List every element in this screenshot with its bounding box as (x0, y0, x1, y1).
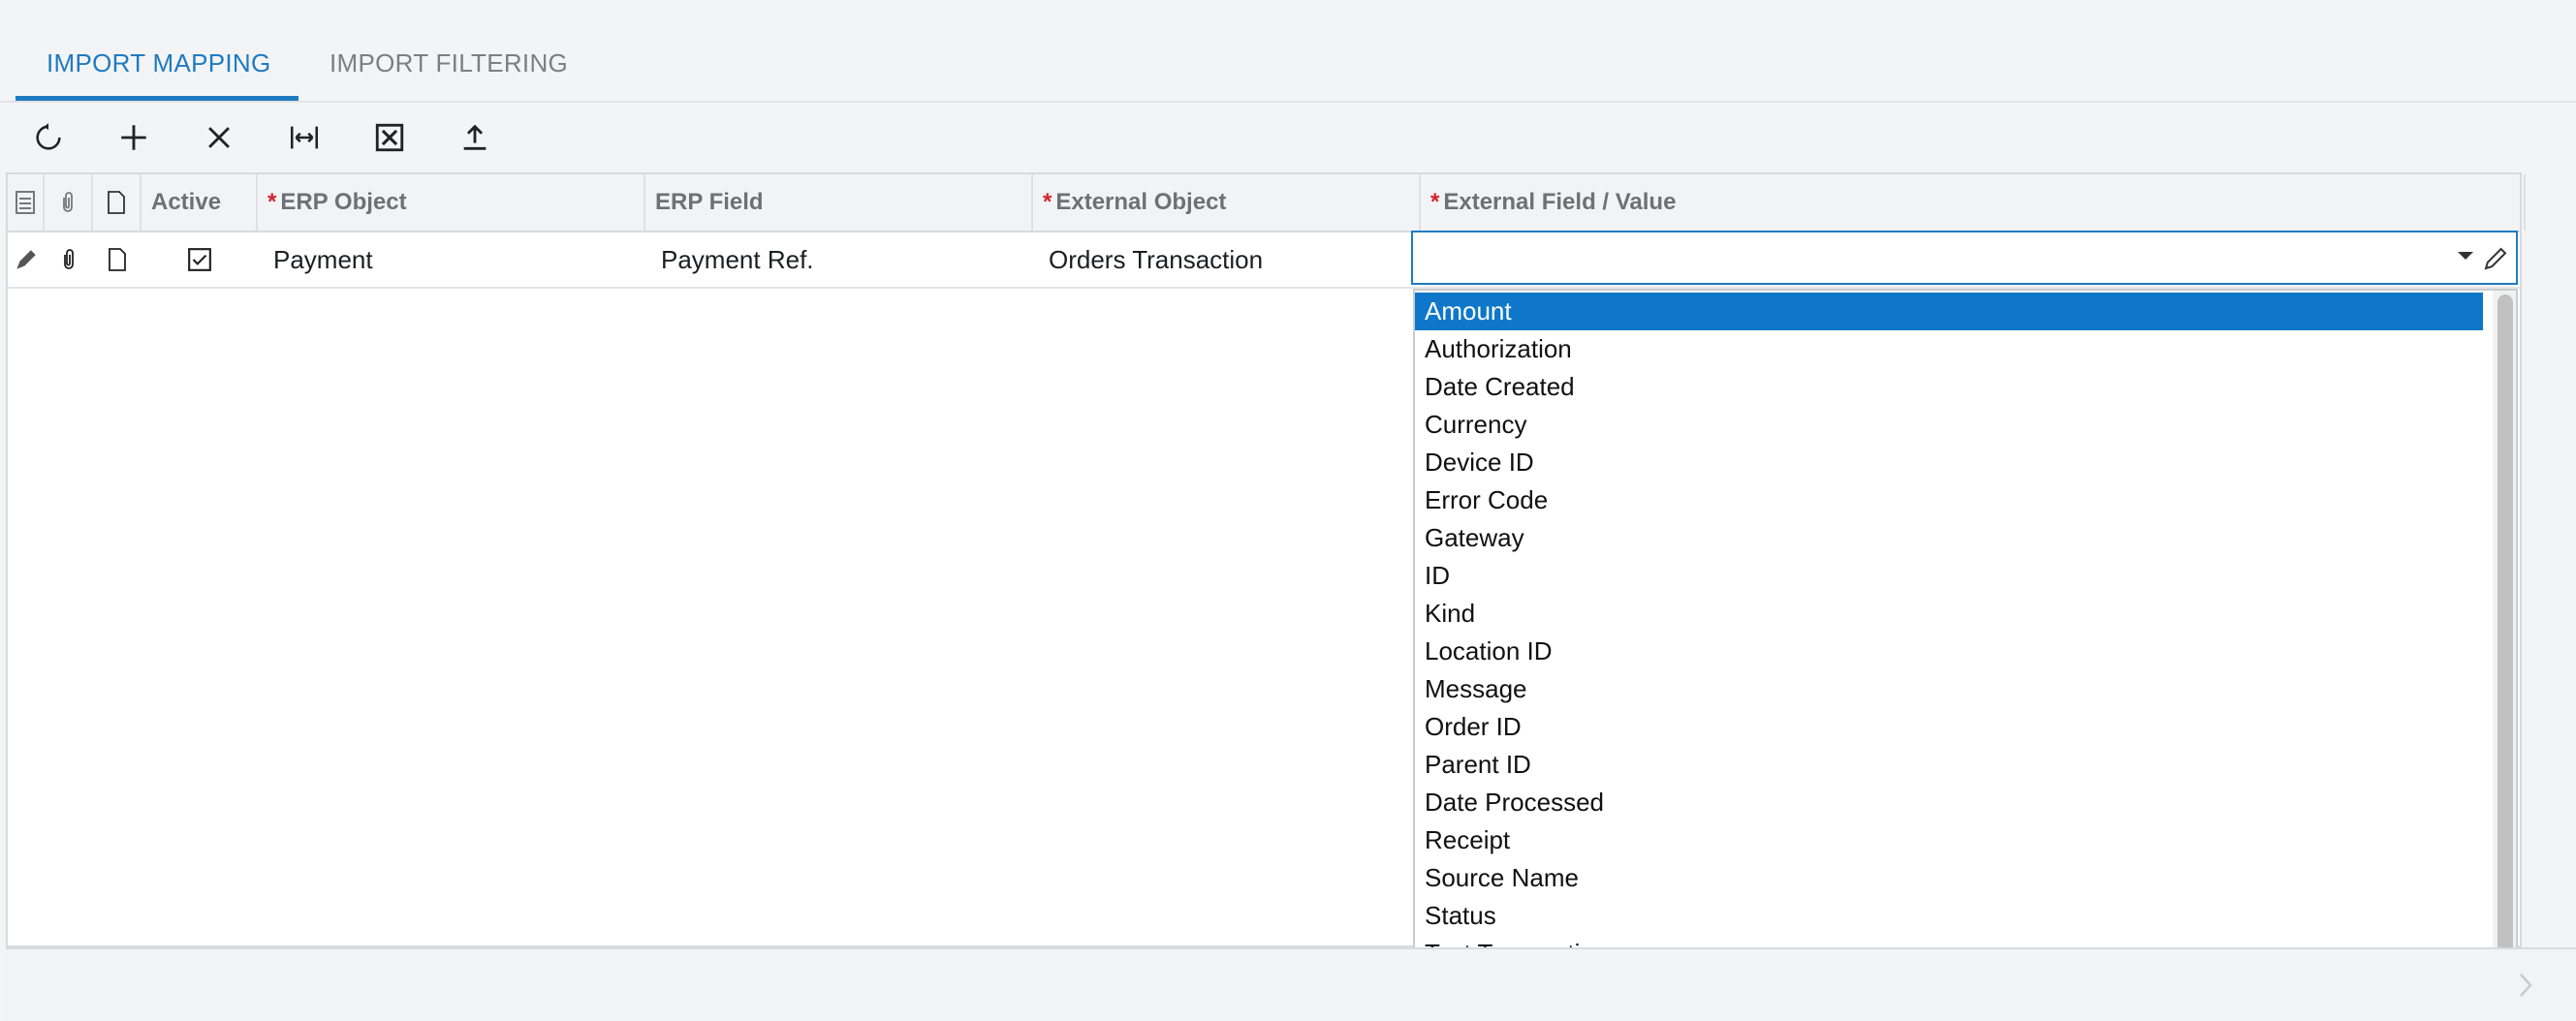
column-header-erp-field[interactable]: ERP Field (645, 174, 1033, 231)
row-selector-header[interactable] (8, 174, 45, 231)
external-field-dropdown[interactable]: Amount Authorization Date Created Currency D… (1413, 289, 2518, 1019)
refresh-icon (36, 123, 61, 150)
chevron-down-icon[interactable] (2458, 252, 2473, 260)
column-header-erp-object[interactable]: * ERP Object (258, 174, 645, 231)
dropdown-option[interactable]: Location ID (1415, 633, 2483, 670)
grid-header: Active * ERP Object ERP Field * External O… (8, 174, 2526, 232)
export-excel-button[interactable] (362, 112, 417, 163)
dropdown-option[interactable]: Authorization (1415, 330, 2483, 368)
upload-icon (463, 124, 487, 150)
dropdown-scroll-thumb[interactable] (2497, 294, 2513, 984)
dropdown-option[interactable]: Receipt (1415, 821, 2483, 859)
attachment-header[interactable] (45, 174, 93, 231)
add-row-button[interactable] (107, 112, 161, 163)
export-excel-icon (375, 123, 404, 152)
note-header[interactable] (93, 174, 141, 231)
tab-import-mapping[interactable]: IMPORT MAPPING (47, 48, 271, 78)
refresh-button[interactable] (21, 112, 76, 163)
note-icon (109, 248, 126, 271)
fit-columns-button[interactable] (277, 112, 331, 163)
dropdown-option[interactable]: Status (1415, 897, 2483, 935)
column-header-external-object[interactable]: * External Object (1033, 174, 1421, 231)
chevron-right-icon[interactable] (2516, 971, 2535, 1000)
attachment-icon (63, 192, 73, 212)
upload-button[interactable] (448, 112, 502, 163)
dropdown-option[interactable]: Parent ID (1415, 746, 2483, 784)
dropdown-option[interactable]: Error Code (1415, 481, 2483, 519)
erp-field-cell[interactable]: Payment Ref. (645, 232, 1033, 287)
dropdown-option[interactable]: Currency (1415, 406, 2483, 444)
tab-bar: IMPORT MAPPING IMPORT FILTERING (0, 0, 2576, 103)
edit-pencil-icon (16, 250, 36, 269)
dropdown-option[interactable]: Source Name (1415, 859, 2483, 897)
external-field-input[interactable] (1411, 231, 2518, 285)
fit-columns-icon (290, 126, 319, 149)
tab-import-filtering[interactable]: IMPORT FILTERING (330, 48, 568, 78)
edit-pencil-icon[interactable] (2481, 244, 2510, 273)
dropdown-scrollbar[interactable] (2493, 291, 2516, 1017)
dropdown-option[interactable]: Amount (1415, 293, 2483, 330)
attachment-icon (64, 249, 74, 269)
add-icon (121, 125, 146, 150)
row-note-button[interactable] (93, 232, 141, 287)
external-object-cell[interactable]: Orders Transaction (1033, 232, 1421, 287)
dropdown-option[interactable]: Kind (1415, 595, 2483, 633)
dropdown-option[interactable]: Date Created (1415, 368, 2483, 406)
row-selector-icon (16, 191, 35, 214)
toolbar (0, 103, 2576, 172)
dropdown-option[interactable]: Device ID (1415, 444, 2483, 481)
row-edit-indicator (8, 232, 45, 287)
dropdown-option[interactable]: Gateway (1415, 519, 2483, 557)
delete-icon (208, 127, 230, 148)
dropdown-option[interactable]: ID (1415, 557, 2483, 595)
checkbox-checked-icon (188, 248, 211, 271)
column-header-external-field[interactable]: * External Field / Value (1421, 174, 2526, 231)
active-tab-indicator (16, 96, 298, 101)
dropdown-option[interactable]: Order ID (1415, 708, 2483, 746)
dropdown-option[interactable]: Date Processed (1415, 784, 2483, 821)
grid-footer (6, 947, 2576, 1021)
delete-row-button[interactable] (192, 112, 246, 163)
active-checkbox[interactable] (141, 232, 258, 287)
row-attachment-button[interactable] (45, 232, 93, 287)
erp-object-cell[interactable]: Payment (258, 232, 645, 287)
note-icon (108, 191, 125, 214)
column-header-active[interactable]: Active (141, 174, 258, 231)
dropdown-option[interactable]: Message (1415, 670, 2483, 708)
